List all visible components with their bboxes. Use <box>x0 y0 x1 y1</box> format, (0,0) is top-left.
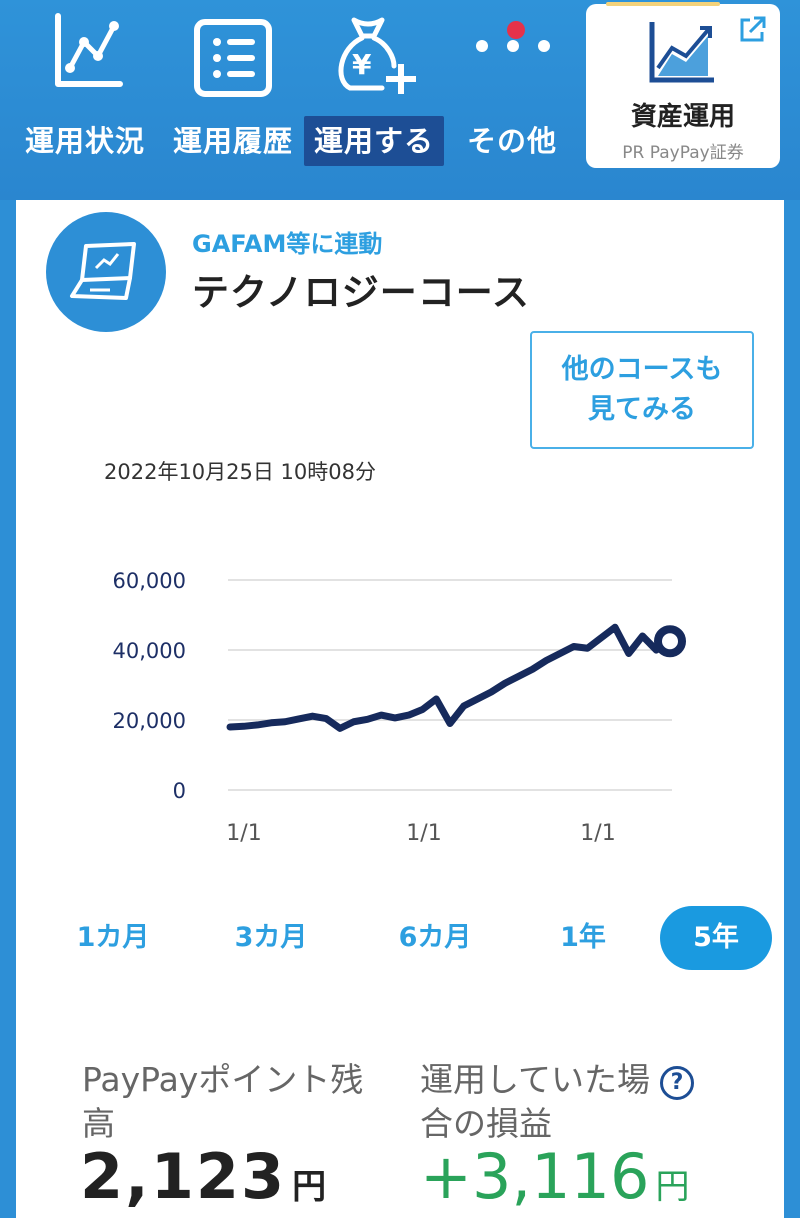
other-courses-button-line2: 見てみる <box>588 394 696 425</box>
help-icon[interactable]: ? <box>660 1066 694 1100</box>
profit-loss-unit: 円 <box>655 1167 690 1207</box>
profit-loss-value-wrap: +3,116 円 <box>420 1140 689 1213</box>
balance-label: PayPayポイント残高 <box>82 1060 364 1143</box>
profit-loss-value: +3,116 <box>420 1140 650 1213</box>
y-tick-label: 40,000 <box>113 639 186 663</box>
more-dots-icon <box>476 21 550 52</box>
other-courses-button-line1: 他のコースも <box>561 354 723 385</box>
nav-label-history: 運用履歴 <box>172 124 294 158</box>
period-6-months[interactable]: 6カ月 <box>380 906 490 970</box>
course-icon <box>46 212 166 332</box>
course-tag: GAFAM等に連動 <box>192 230 383 258</box>
profit-loss-label: 運用していた場合の損益 <box>420 1060 651 1143</box>
course-card: GAFAM等に連動 テクノロジーコース 他のコースも 見てみる 2022年10月… <box>16 200 784 1218</box>
asset-management-subtitle: PR PayPay証券 <box>622 143 744 163</box>
top-nav: 運用状況 運用履歴 ¥ 運用する その他 資産運用 PR PayPay証券 <box>0 0 800 200</box>
line-chart-icon <box>55 13 123 87</box>
other-courses-button[interactable]: 他のコースも 見てみる <box>530 331 754 449</box>
notification-badge <box>507 21 525 39</box>
y-tick-label: 0 <box>173 779 186 803</box>
period-1-year[interactable]: 1年 <box>538 906 628 970</box>
balance-value-wrap: 2,123 円 <box>80 1140 328 1213</box>
external-link-icon <box>740 16 766 42</box>
growth-chart-icon <box>649 22 714 83</box>
y-tick-label: 20,000 <box>113 709 186 733</box>
timestamp: 2022年10月25日 10時08分 <box>104 460 377 484</box>
y-tick-label: 60,000 <box>113 569 186 593</box>
list-icon <box>194 19 272 97</box>
laptop-icon <box>70 242 136 300</box>
period-1-month[interactable]: 1カ月 <box>58 906 168 970</box>
money-bag-plus-icon: ¥ <box>338 17 416 94</box>
nav-label-status: 運用状況 <box>24 124 146 158</box>
svg-text:¥: ¥ <box>352 48 372 81</box>
x-tick-label: 1/1 <box>580 821 615 846</box>
price-chart: 60,000 40,000 20,000 0 1/1 1/1 1/1 <box>113 569 686 846</box>
nav-item-status[interactable]: 運用状況 <box>10 0 160 190</box>
series-line <box>226 623 674 732</box>
nav-label-invest: 運用する <box>303 116 445 166</box>
x-tick-label: 1/1 <box>406 821 441 846</box>
asset-management-card[interactable]: 資産運用 PR PayPay証券 <box>586 2 780 168</box>
asset-management-title: 資産運用 <box>630 102 735 132</box>
course-name: テクノロジーコース <box>192 271 530 314</box>
balance-value: 2,123 <box>80 1140 287 1213</box>
nav-item-history[interactable]: 運用履歴 <box>160 0 306 190</box>
balance-unit: 円 <box>292 1167 329 1207</box>
nav-item-other[interactable]: その他 <box>442 0 582 190</box>
nav-item-invest[interactable]: ¥ 運用する <box>303 0 445 190</box>
nav-label-other: その他 <box>466 124 558 158</box>
x-tick-label: 1/1 <box>226 821 261 846</box>
period-3-months[interactable]: 3カ月 <box>216 906 326 970</box>
period-5-years[interactable]: 5年 <box>660 906 772 970</box>
current-value-marker <box>654 625 686 658</box>
